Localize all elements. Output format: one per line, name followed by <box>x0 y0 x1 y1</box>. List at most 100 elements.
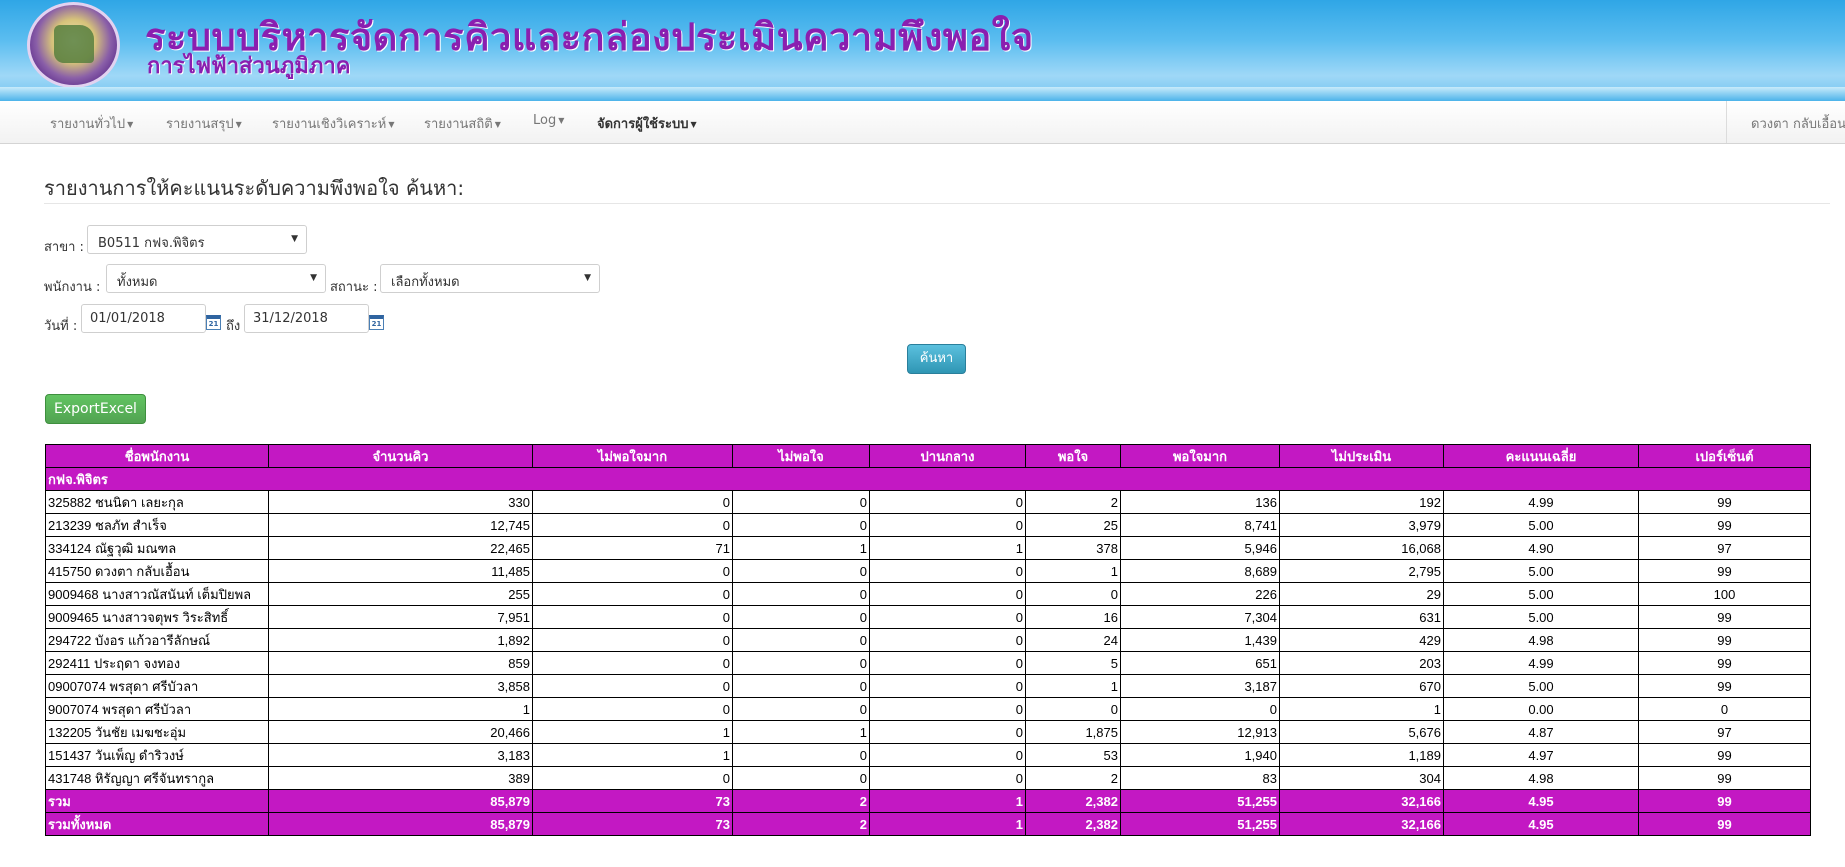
table-cell: 0 <box>532 697 733 721</box>
table-cell: 378 <box>1025 536 1121 560</box>
table-cell: 99 <box>1638 605 1811 629</box>
table-cell: 859 <box>268 651 533 675</box>
nav-general-reports[interactable]: รายงานทั่วไป ▼ <box>50 113 133 134</box>
table-cell: 99 <box>1638 674 1811 698</box>
table-cell: 99 <box>1638 490 1811 514</box>
table-cell: 0 <box>869 743 1026 767</box>
table-cell: 5.00 <box>1443 559 1639 583</box>
calendar-icon[interactable]: 21 <box>369 315 384 330</box>
col-header[interactable]: พอใจมาก <box>1120 444 1280 468</box>
table-cell: 0 <box>869 674 1026 698</box>
table-row: 9009468 นางสาวณัสนันท์ เต็มปิยพล 255 0 0 0 0 2… <box>45 582 1811 606</box>
table-header-row: ชื่อพนักงาน จำนวนคิว ไม่พอใจมาก ไม่พอใจ … <box>45 444 1811 468</box>
col-header[interactable]: เปอร์เซ็นต์ <box>1638 444 1811 468</box>
table-cell: 99 <box>1638 743 1811 767</box>
table-cell: 29 <box>1279 582 1444 606</box>
table-cell: 5.00 <box>1443 582 1639 606</box>
table-cell: 0 <box>869 720 1026 744</box>
table-cell: 11,485 <box>268 559 533 583</box>
table-cell: 12,913 <box>1120 720 1280 744</box>
table-cell: 0 <box>732 743 870 767</box>
logged-in-user[interactable]: ดวงตา กลับเอื้อน <box>1751 113 1845 134</box>
table-cell: 1 <box>1025 559 1121 583</box>
col-header[interactable]: จำนวนคิว <box>268 444 533 468</box>
table-row: 415750 ดวงตา กลับเอื้อน 11,485 0 0 0 1 8,689 2,… <box>45 559 1811 583</box>
table-cell: 83 <box>1120 766 1280 790</box>
caret-down-icon: ▼ <box>127 120 134 129</box>
branch-select[interactable]: B0511 กฟจ.พิจิตร ▼ <box>87 225 307 254</box>
employee-name-cell: 9007074 พรสุดา ศรีบัวลา <box>45 697 269 721</box>
table-cell: 12,745 <box>268 513 533 537</box>
table-cell: 4.95 <box>1443 789 1639 813</box>
table-cell: 0 <box>1638 697 1811 721</box>
employee-name-cell: รวมทั้งหมด <box>45 812 269 836</box>
table-row: 9007074 พรสุดา ศรีบัวลา 1 0 0 0 0 0 1 0.00 0 <box>45 697 1811 721</box>
table-cell: 1 <box>532 743 733 767</box>
table-cell: 1,940 <box>1120 743 1280 767</box>
table-cell: 4.90 <box>1443 536 1639 560</box>
col-header[interactable]: พอใจ <box>1025 444 1121 468</box>
caret-down-icon: ▼ <box>235 120 242 129</box>
employee-name-cell: 132205 วันชัย เมฆชะอุ่ม <box>45 720 269 744</box>
table-cell: 1 <box>268 697 533 721</box>
nav-statistics-reports[interactable]: รายงานสถิติ ▼ <box>424 113 501 134</box>
table-cell: 3,187 <box>1120 674 1280 698</box>
table-cell: 1 <box>869 536 1026 560</box>
table-cell: 429 <box>1279 628 1444 652</box>
nav-summary-reports[interactable]: รายงานสรุป ▼ <box>166 113 242 134</box>
col-header[interactable]: คะแนนเฉลี่ย <box>1443 444 1639 468</box>
table-cell: 5 <box>1025 651 1121 675</box>
table-cell: 0 <box>732 674 870 698</box>
logo-emblem <box>54 25 94 63</box>
table-cell: 1 <box>532 720 733 744</box>
employee-name-cell: 292411 ประฤดา จงทอง <box>45 651 269 675</box>
table-cell: 1,439 <box>1120 628 1280 652</box>
branch-label: สาขา : <box>44 240 84 255</box>
calendar-icon[interactable]: 21 <box>206 315 221 330</box>
table-cell: 1 <box>1025 674 1121 698</box>
table-cell: 2,382 <box>1025 789 1121 813</box>
table-cell: 2,382 <box>1025 812 1121 836</box>
employee-name-cell: 213239 ชลภัท สำเร็จ <box>45 513 269 537</box>
col-header[interactable]: ไม่พอใจมาก <box>532 444 733 468</box>
employee-label: พนักงาน : <box>44 280 101 295</box>
export-excel-button[interactable]: ExportExcel <box>45 394 146 424</box>
col-header[interactable]: ไม่พอใจ <box>732 444 870 468</box>
table-cell: 0 <box>532 651 733 675</box>
table-cell: 0 <box>532 605 733 629</box>
table-cell: 0 <box>869 582 1026 606</box>
subtotal-row: รวม 85,879 73 2 1 2,382 51,255 32,166 4.95 99 <box>45 789 1811 813</box>
table-cell: 99 <box>1638 766 1811 790</box>
search-button[interactable]: ค้นหา <box>907 344 966 374</box>
table-cell: 0 <box>869 513 1026 537</box>
table-cell: 2 <box>1025 766 1121 790</box>
table-cell: 85,879 <box>268 812 533 836</box>
caret-down-icon: ▼ <box>558 116 565 125</box>
status-select[interactable]: เลือกทั้งหมด ▼ <box>380 264 600 293</box>
status-select-value: เลือกทั้งหมด <box>391 275 460 290</box>
date-from-input[interactable]: 01/01/2018 <box>81 304 206 333</box>
caret-down-icon: ▼ <box>690 120 697 129</box>
employee-select[interactable]: ทั้งหมด ▼ <box>106 264 326 293</box>
table-cell: 2 <box>732 789 870 813</box>
table-cell: 0 <box>869 651 1026 675</box>
col-header[interactable]: ไม่ประเมิน <box>1279 444 1444 468</box>
table-cell: 0 <box>532 766 733 790</box>
date-to-input[interactable]: 31/12/2018 <box>244 304 369 333</box>
nav-user-management[interactable]: จัดการผู้ใช้ระบบ ▼ <box>597 113 697 134</box>
table-row: 9009465 นางสาวจตุพร วิระสิทธิ์ 7,951 0 0 0 16… <box>45 605 1811 629</box>
table-cell: 0 <box>869 628 1026 652</box>
col-header[interactable]: ชื่อพนักงาน <box>45 444 269 468</box>
table-cell: 0 <box>1025 697 1121 721</box>
table-cell: 0 <box>732 605 870 629</box>
table-row: 09007074 พรสุดา ศรีบัวลา 3,858 0 0 0 1 3,187 67… <box>45 674 1811 698</box>
employee-name-cell: 9009465 นางสาวจตุพร วิระสิทธิ์ <box>45 605 269 629</box>
nav-analysis-reports[interactable]: รายงานเชิงวิเคราะห์ ▼ <box>272 113 394 134</box>
table-row: 132205 วันชัย เมฆชะอุ่ม 20,466 1 1 0 1,875 12,… <box>45 720 1811 744</box>
table-row: 151437 วันเพ็ญ ดำริวงษ์ 3,183 1 0 0 53 1,940 1,… <box>45 743 1811 767</box>
table-row: 213239 ชลภัท สำเร็จ 12,745 0 0 0 25 8,741 3,979… <box>45 513 1811 537</box>
nav-label: จัดการผู้ใช้ระบบ <box>597 117 689 132</box>
nav-log[interactable]: Log ▼ <box>533 113 564 128</box>
table-cell: 53 <box>1025 743 1121 767</box>
col-header[interactable]: ปานกลาง <box>869 444 1026 468</box>
